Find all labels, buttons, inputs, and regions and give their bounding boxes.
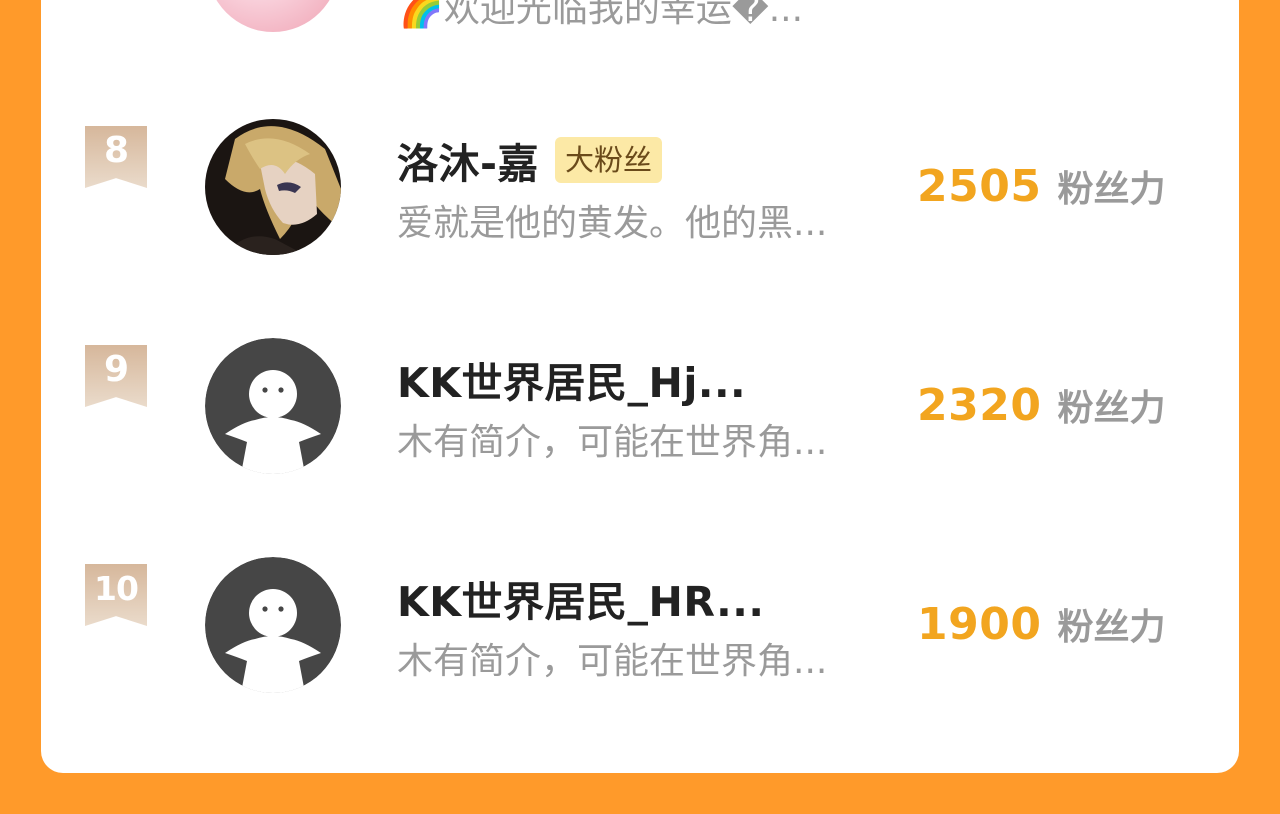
- avatar[interactable]: [207, 0, 339, 32]
- avatar[interactable]: [205, 119, 341, 255]
- rank-ribbon-icon: 10: [85, 564, 147, 626]
- list-item[interactable]: 8 洛沐-嘉 大粉丝 爱就是他的黄发。他的黑... 2505 粉丝力: [41, 106, 1239, 266]
- default-avatar-icon: [205, 557, 341, 693]
- score-value: 2320: [917, 380, 1042, 431]
- anime-avatar-icon: [205, 119, 341, 255]
- avatar[interactable]: [205, 338, 341, 474]
- list-item[interactable]: 9 KK世界居民_Hj... 木有简介，可能在世界角... 2320 粉丝力: [41, 325, 1239, 485]
- rank-number: 8: [103, 130, 129, 171]
- name-line: KK世界居民_HR...: [397, 569, 764, 627]
- user-bio: 木有简介，可能在世界角...: [397, 641, 828, 682]
- fan-level-badge: 大粉丝: [555, 137, 663, 183]
- rank-number: 10: [94, 569, 139, 608]
- user-bio: 木有简介，可能在世界角...: [397, 422, 828, 463]
- score-unit: 粉丝力: [1057, 388, 1166, 429]
- rank-ribbon-icon: 8: [85, 126, 147, 188]
- user-bio: 🌈欢迎光临我的幸运�...: [399, 0, 804, 30]
- page-background: 🌈欢迎光临我的幸运�... 8 洛沐-嘉 大粉丝 爱就是他的黄发。他的黑... …: [0, 0, 1280, 814]
- default-avatar-icon: [205, 338, 341, 474]
- name-line: KK世界居民_Hj...: [397, 350, 746, 408]
- score-value: 2505: [917, 161, 1042, 212]
- user-name[interactable]: KK世界居民_HR...: [397, 568, 764, 628]
- list-item[interactable]: 10 KK世界居民_HR... 木有简介，可能在世界角... 1900 粉丝力: [41, 544, 1239, 704]
- fan-ranking-card: 🌈欢迎光临我的幸运�... 8 洛沐-嘉 大粉丝 爱就是他的黄发。他的黑... …: [41, 0, 1239, 773]
- fan-power-score: 2505 粉丝力: [917, 160, 1165, 212]
- score-value: 1900: [917, 599, 1042, 650]
- fan-power-score: 2320 粉丝力: [917, 379, 1165, 431]
- fan-power-score: 1900 粉丝力: [917, 598, 1165, 650]
- user-name[interactable]: 洛沐-嘉: [397, 130, 539, 190]
- avatar[interactable]: [205, 557, 341, 693]
- score-unit: 粉丝力: [1057, 607, 1166, 648]
- user-name[interactable]: KK世界居民_Hj...: [397, 349, 746, 409]
- name-line: 洛沐-嘉 大粉丝: [397, 130, 663, 190]
- user-bio: 爱就是他的黄发。他的黑...: [397, 203, 828, 244]
- rank-ribbon-icon: 9: [85, 345, 147, 407]
- rank-number: 9: [103, 349, 129, 390]
- score-unit: 粉丝力: [1057, 169, 1166, 210]
